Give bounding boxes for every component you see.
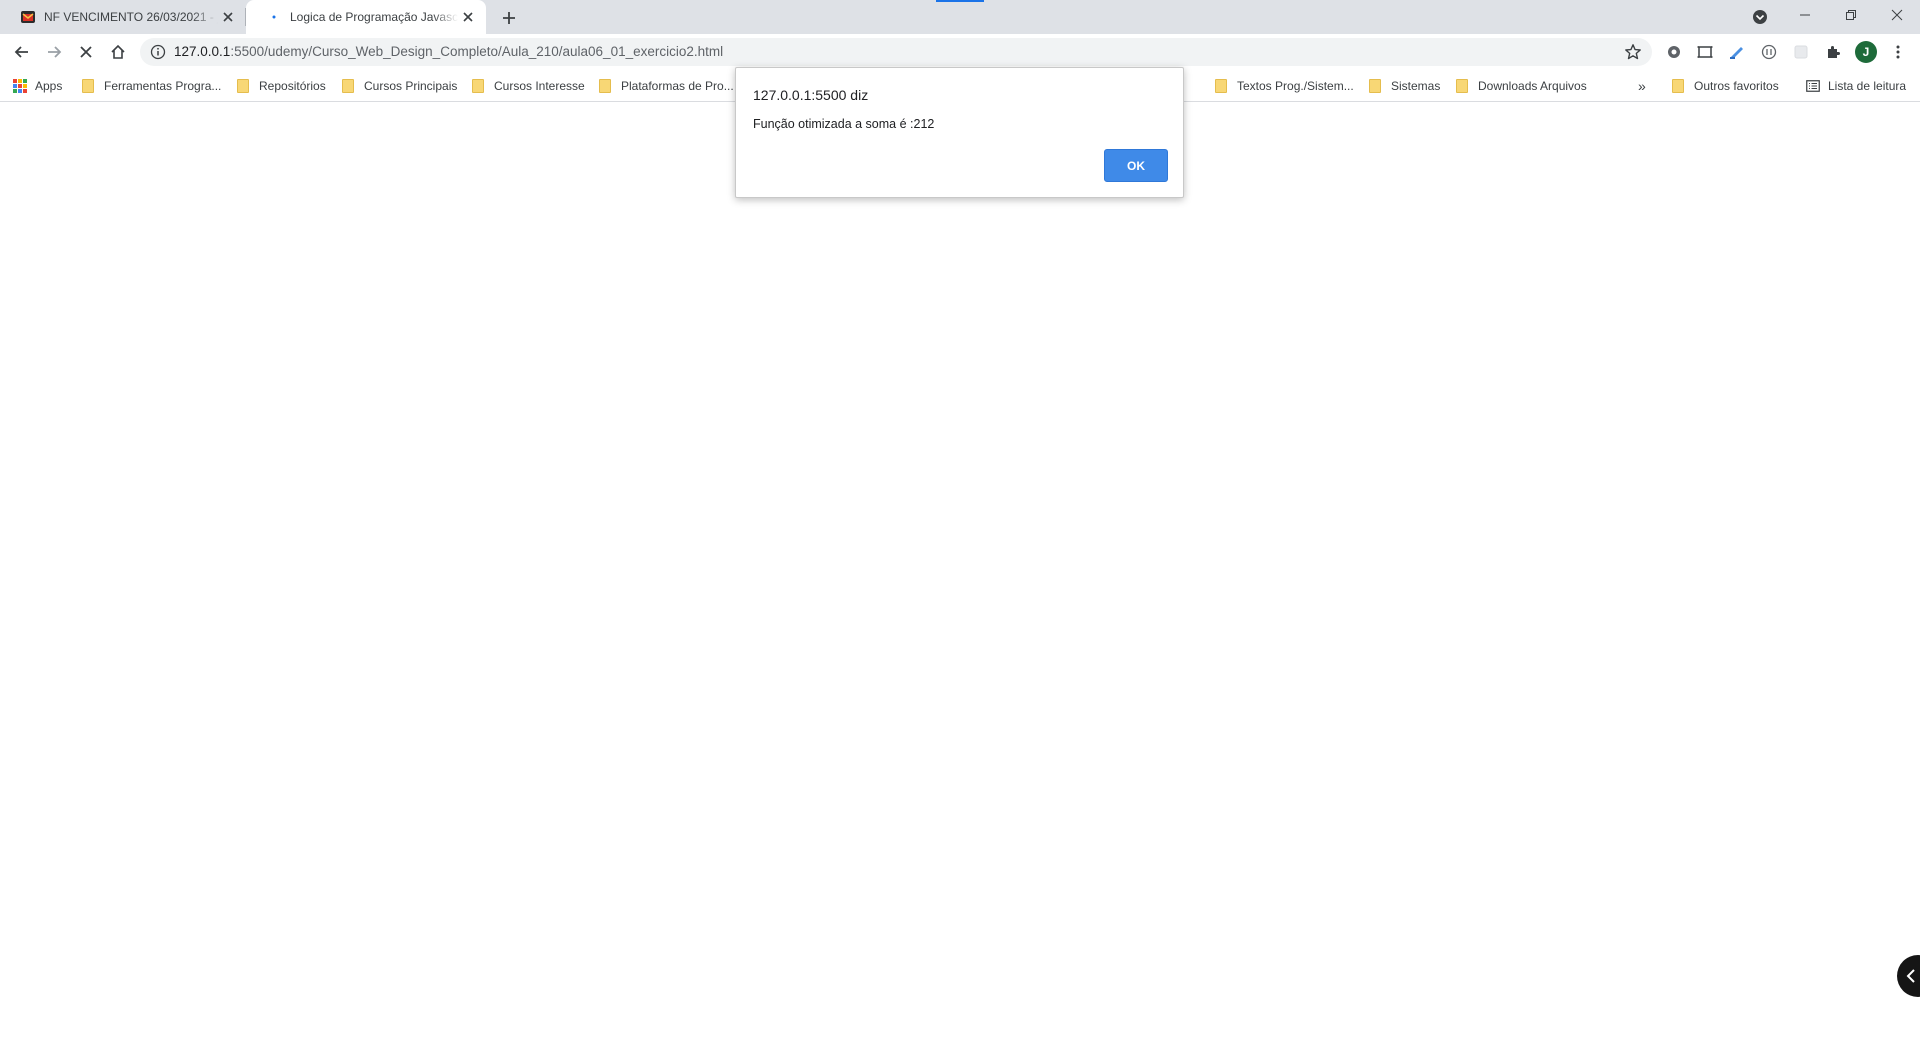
circle-badge-icon <box>1761 44 1777 60</box>
ok-button[interactable]: OK <box>1104 149 1168 182</box>
dialog-message: Função otimizada a soma é :212 <box>753 117 935 131</box>
bookmark-folder[interactable]: Repositórios <box>237 70 326 102</box>
bookmark-label: Textos Prog./Sistem... <box>1237 79 1354 93</box>
blue-pen-icon <box>1730 47 1743 59</box>
folder-icon <box>1456 79 1468 93</box>
bookmark-apps[interactable]: Apps <box>13 70 62 102</box>
extension-gear-button[interactable] <box>1664 42 1684 62</box>
screenshot-frame-icon <box>1697 46 1713 58</box>
tab-title: NF VENCIMENTO 26/03/2021 - jp <box>44 10 218 24</box>
bookmarks-overflow-button[interactable]: » <box>1638 70 1646 102</box>
url-host: 127.0.0.1 <box>174 44 231 59</box>
overflow-chevron-icon: » <box>1638 78 1646 94</box>
url-path: :5500/udemy/Curso_Web_Design_Completo/Au… <box>230 44 724 59</box>
chevron-left-icon <box>1906 969 1915 983</box>
bookmark-label: Apps <box>35 79 63 93</box>
loading-dot-icon <box>272 15 276 19</box>
extension-circle-button[interactable] <box>1759 42 1779 62</box>
bookmark-folder[interactable]: Cursos Principais <box>342 70 457 102</box>
forward-button[interactable] <box>40 38 68 66</box>
bookmark-folder[interactable]: Textos Prog./Sistem... <box>1215 70 1354 102</box>
folder-icon <box>1672 79 1684 93</box>
browser-menu-button[interactable] <box>1888 42 1908 62</box>
more-vertical-icon <box>1896 45 1900 59</box>
folder-icon <box>599 79 611 93</box>
close-tab-icon[interactable] <box>458 7 478 27</box>
apps-grid-icon <box>13 79 27 93</box>
restore-icon <box>1846 10 1856 20</box>
home-button[interactable] <box>104 38 132 66</box>
bookmark-folder[interactable]: Cursos Interesse <box>472 70 585 102</box>
address-bar[interactable]: 127.0.0.1:5500/udemy/Curso_Web_Design_Co… <box>140 38 1652 66</box>
dialog-title: 127.0.0.1:5500 diz <box>753 87 869 103</box>
reading-list-icon <box>1806 80 1820 92</box>
url-text: 127.0.0.1:5500/udemy/Curso_Web_Design_Co… <box>174 38 723 66</box>
faded-square-icon <box>1794 45 1808 59</box>
stop-loading-button[interactable] <box>72 38 100 66</box>
home-icon <box>111 44 125 59</box>
bookmark-label: Cursos Principais <box>364 79 458 93</box>
tab-logica-programacao[interactable]: Logica de Programação Javascript <box>246 0 486 34</box>
bookmark-label: Sistemas <box>1391 79 1441 93</box>
stop-x-icon <box>80 46 92 58</box>
back-button[interactable] <box>8 38 36 66</box>
arrow-right-icon <box>48 46 62 58</box>
bookmark-label: Outros favoritos <box>1694 79 1779 93</box>
page-content <box>0 103 1920 1040</box>
bookmark-label: Plataformas de Pro... <box>621 79 734 93</box>
bookmark-folder[interactable]: Downloads Arquivos <box>1456 70 1587 102</box>
folder-icon <box>1215 79 1227 93</box>
mailbox-favicon-icon <box>21 11 35 23</box>
extensions-menu-button[interactable] <box>1823 42 1843 62</box>
new-tab-button[interactable] <box>496 5 522 31</box>
arrow-left-icon <box>14 46 28 58</box>
tab-title: Logica de Programação Javascript <box>290 10 458 24</box>
close-window-button[interactable] <box>1874 0 1920 30</box>
bookmark-folder[interactable]: Sistemas <box>1369 70 1440 102</box>
bookmark-other-favorites[interactable]: Outros favoritos <box>1672 70 1779 102</box>
reading-list-button[interactable]: Lista de leitura <box>1806 70 1906 102</box>
plus-icon <box>503 12 515 24</box>
tab-search-button[interactable] <box>1750 7 1770 27</box>
tab-strip-indicator <box>936 0 984 2</box>
bookmark-label: Ferramentas Progra... <box>104 79 222 93</box>
restore-button[interactable] <box>1828 0 1874 30</box>
folder-icon <box>472 79 484 93</box>
close-tab-icon[interactable] <box>218 7 238 27</box>
alert-dialog: 127.0.0.1:5500 diz Função otimizada a so… <box>735 67 1184 198</box>
extension-faded-button[interactable] <box>1791 42 1811 62</box>
puzzle-icon <box>1828 46 1840 58</box>
bookmark-folder[interactable]: Ferramentas Progra... <box>82 70 221 102</box>
bookmark-label: Downloads Arquivos <box>1478 79 1587 93</box>
extension-blue-button[interactable] <box>1727 42 1747 62</box>
bookmark-folder[interactable]: Plataformas de Pro... <box>599 70 734 102</box>
info-icon[interactable] <box>150 44 166 60</box>
extension-screenshot-button[interactable] <box>1695 42 1715 62</box>
profile-avatar[interactable]: J <box>1855 41 1877 63</box>
bookmark-label: Lista de leitura <box>1828 79 1907 93</box>
bookmark-label: Repositórios <box>259 79 326 93</box>
gear-icon <box>1668 46 1680 58</box>
chevron-down-circle-icon <box>1753 10 1767 24</box>
close-icon <box>1891 9 1903 21</box>
folder-icon <box>1369 79 1381 93</box>
tab-nf-vencimento[interactable]: NF VENCIMENTO 26/03/2021 - jp <box>0 0 246 34</box>
folder-icon <box>237 79 249 93</box>
bookmark-label: Cursos Interesse <box>494 79 585 93</box>
minimize-button[interactable] <box>1782 0 1828 30</box>
folder-icon <box>342 79 354 93</box>
bookmark-star-icon[interactable] <box>1624 43 1642 61</box>
tab-strip: NF VENCIMENTO 26/03/2021 - jp Logica de … <box>0 0 1920 34</box>
minimize-icon <box>1800 14 1810 16</box>
folder-icon <box>82 79 94 93</box>
browser-toolbar: 127.0.0.1:5500/udemy/Curso_Web_Design_Co… <box>0 34 1920 70</box>
